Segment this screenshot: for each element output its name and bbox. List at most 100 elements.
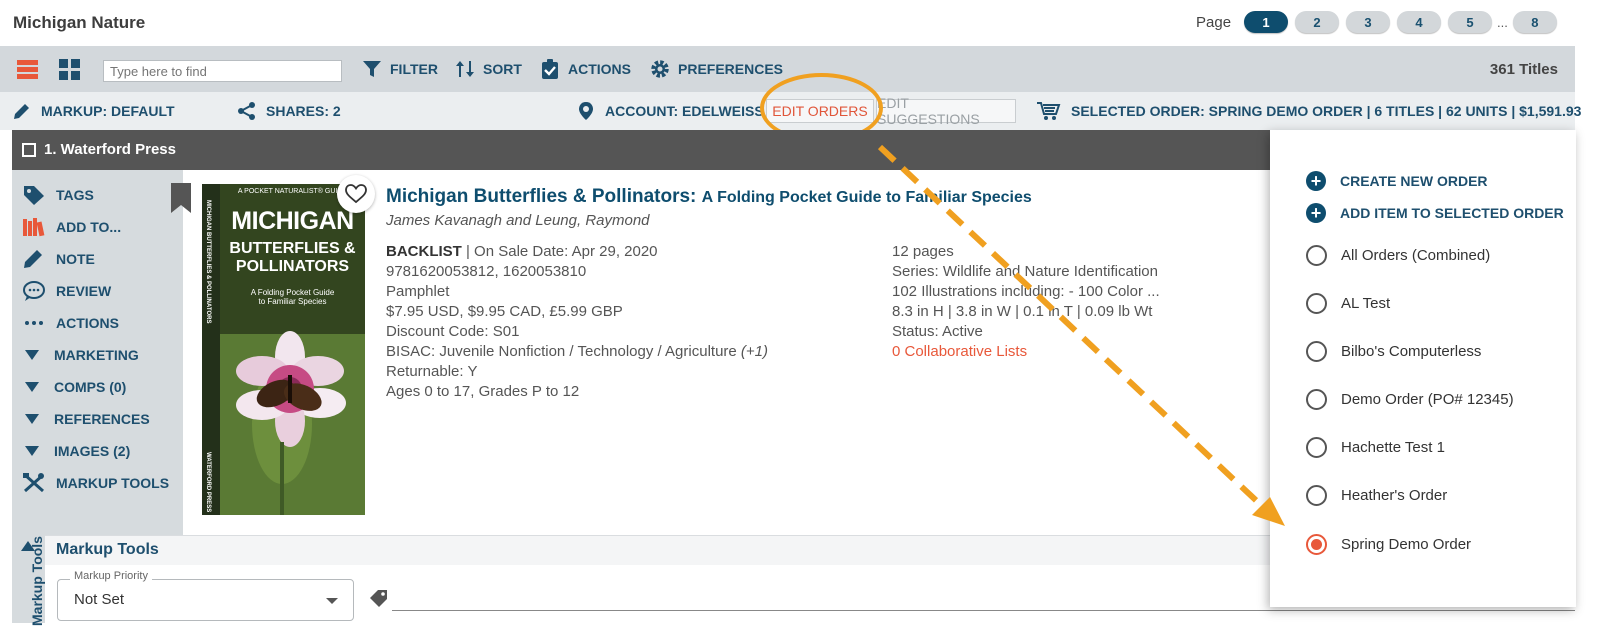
order-option-al-test[interactable]: AL Test: [1306, 291, 1390, 315]
sidebar-item-note[interactable]: NOTE: [22, 248, 95, 270]
order-option-hachette[interactable]: Hachette Test 1: [1306, 435, 1445, 459]
discount-code: Discount Code: S01: [386, 323, 520, 340]
create-new-order-button[interactable]: + CREATE NEW ORDER: [1306, 170, 1488, 192]
cover-spine-title: MICHIGAN BUTTERFLIES & POLLINATORS: [205, 200, 211, 324]
sidebar-item-add-to[interactable]: ADD TO...: [22, 216, 121, 238]
order-option-label: All Orders (Combined): [1341, 246, 1491, 264]
pagination: Page 1 2 3 4 5 ... 8: [1196, 11, 1557, 33]
sidebar-item-label: TAGS: [56, 187, 94, 203]
order-option-demo-order[interactable]: Demo Order (PO# 12345): [1306, 387, 1514, 411]
page-ellipsis: ...: [1497, 14, 1508, 30]
dimensions: 8.3 in H | 3.8 in W | 0.1 in T | 0.09 lb…: [892, 303, 1153, 320]
sidebar-item-label: MARKUP TOOLS: [56, 475, 170, 491]
cart-icon: [1037, 102, 1061, 120]
radio-button-selected[interactable]: [1306, 533, 1327, 555]
page-5-button[interactable]: 5: [1448, 11, 1493, 33]
item-heading: 1. Waterford Press: [44, 141, 176, 158]
triangle-down-icon: [25, 414, 39, 424]
add-item-label: ADD ITEM TO SELECTED ORDER: [1340, 205, 1564, 221]
grid-view-icon[interactable]: [59, 59, 80, 80]
page-1-button[interactable]: 1: [1244, 11, 1289, 33]
cover-tagline2: to Familiar Species: [258, 297, 327, 306]
add-item-to-order-button[interactable]: + ADD ITEM TO SELECTED ORDER: [1306, 202, 1564, 224]
sidebar-item-actions[interactable]: ACTIONS: [22, 312, 119, 334]
order-option-label: AL Test: [1341, 294, 1391, 312]
sidebar-item-label: COMPS (0): [54, 379, 127, 395]
cover-tagline1: A Folding Pocket Guide: [250, 288, 335, 297]
preferences-button[interactable]: PREFERENCES: [650, 46, 783, 92]
sidebar-item-images[interactable]: IMAGES (2): [22, 440, 130, 462]
left-gutter: [0, 130, 12, 623]
sidebar-item-review[interactable]: REVIEW: [22, 280, 111, 302]
markup-priority-value: Not Set: [74, 591, 125, 608]
page-last-button[interactable]: 8: [1512, 11, 1557, 33]
plus-circle-icon: +: [1306, 203, 1326, 223]
radio-button[interactable]: [1306, 388, 1327, 410]
radio-button[interactable]: [1306, 244, 1327, 266]
order-option-label: Demo Order (PO# 12345): [1341, 390, 1514, 408]
cover-title-line3: POLLINATORS: [235, 258, 350, 275]
on-sale-date: | On Sale Date: Apr 29, 2020: [461, 243, 658, 260]
sort-icon: [456, 61, 474, 77]
pencil-icon: [14, 104, 29, 119]
order-option-all-orders[interactable]: All Orders (Combined): [1306, 243, 1490, 267]
edit-suggestions-tab[interactable]: EDIT SUGGESTIONS: [876, 95, 1016, 127]
sidebar-item-label: REFERENCES: [54, 411, 150, 427]
product-title[interactable]: Michigan Butterflies & Pollinators: A Fo…: [386, 186, 1032, 208]
selected-order-summary[interactable]: SELECTED ORDER: SPRING DEMO ORDER | 6 TI…: [1037, 92, 1581, 130]
sidebar-item-references[interactable]: REFERENCES: [22, 408, 150, 430]
page-count: 12 pages: [892, 243, 954, 260]
bisac-more[interactable]: (+1): [741, 343, 768, 360]
sort-label: SORT: [483, 61, 522, 77]
sidebar-item-marketing[interactable]: MARKETING: [22, 344, 139, 366]
collaborative-lists-link[interactable]: 0 Collaborative Lists: [892, 342, 1160, 362]
page-4-button[interactable]: 4: [1397, 11, 1442, 33]
sidebar-item-tags[interactable]: TAGS: [22, 184, 94, 206]
edit-orders-tab[interactable]: EDIT ORDERS: [766, 99, 874, 123]
order-option-label: Hachette Test 1: [1341, 438, 1445, 456]
book-cover-image[interactable]: A POCKET NATURALIST® GUIDE MICHIGAN BUTT…: [202, 184, 365, 515]
order-option-heathers[interactable]: Heather's Order: [1306, 483, 1447, 507]
account-label: ACCOUNT: EDELWEISS: [605, 103, 764, 119]
sidebar-item-label: ACTIONS: [56, 315, 119, 331]
product-subtitle: A Folding Pocket Guide to Familiar Speci…: [701, 189, 1032, 206]
order-option-label: Heather's Order: [1341, 486, 1448, 504]
order-option-label: Spring Demo Order: [1341, 535, 1472, 553]
shares-button[interactable]: SHARES: 2: [237, 92, 341, 130]
sidebar-item-label: IMAGES (2): [54, 443, 131, 459]
returnable: Returnable: Y: [386, 363, 478, 380]
list-view-icon[interactable]: [17, 59, 38, 80]
radio-button[interactable]: [1306, 340, 1327, 362]
account-selector[interactable]: ACCOUNT: EDELWEISS: [576, 92, 764, 130]
search-input[interactable]: [103, 60, 342, 82]
sort-button[interactable]: SORT: [455, 46, 522, 92]
markup-tools-title: Markup Tools: [56, 541, 159, 558]
product-author[interactable]: James Kavanagh and Leung, Raymond: [386, 212, 650, 229]
clipboard-check-icon: [542, 59, 558, 79]
bookmark-icon[interactable]: [170, 183, 192, 213]
sidebar-item-comps[interactable]: COMPS (0): [22, 376, 126, 398]
page-2-button[interactable]: 2: [1295, 11, 1340, 33]
sidebar-item-label: MARKETING: [54, 347, 139, 363]
page-3-button[interactable]: 3: [1346, 11, 1391, 33]
product-details-left: BACKLIST | On Sale Date: Apr 29, 2020 97…: [386, 242, 768, 402]
shares-label: SHARES: 2: [266, 103, 341, 119]
chevron-down-icon: [326, 598, 338, 604]
favorite-button[interactable]: [337, 175, 375, 213]
create-order-label: CREATE NEW ORDER: [1340, 173, 1488, 189]
plus-circle-icon: +: [1306, 171, 1326, 191]
tag-input-line[interactable]: [392, 610, 1575, 611]
radio-button[interactable]: [1306, 436, 1327, 458]
item-select-checkbox[interactable]: [22, 143, 36, 157]
sidebar-item-markup-tools[interactable]: MARKUP TOOLS: [22, 472, 169, 494]
product-details-right: 12 pages Series: Wildlife and Nature Ide…: [892, 242, 1160, 362]
order-option-spring-demo[interactable]: Spring Demo Order: [1306, 532, 1471, 556]
radio-button[interactable]: [1306, 292, 1327, 314]
actions-button[interactable]: ACTIONS: [540, 46, 631, 92]
order-option-bilbo[interactable]: Bilbo's Computerless: [1306, 339, 1481, 363]
radio-button[interactable]: [1306, 484, 1327, 506]
filter-button[interactable]: FILTER: [362, 46, 438, 92]
books-icon: [23, 218, 45, 237]
markup-selector[interactable]: MARKUP: DEFAULT: [12, 92, 175, 130]
markup-tools-vertical-label: Markup Tools: [29, 536, 45, 626]
